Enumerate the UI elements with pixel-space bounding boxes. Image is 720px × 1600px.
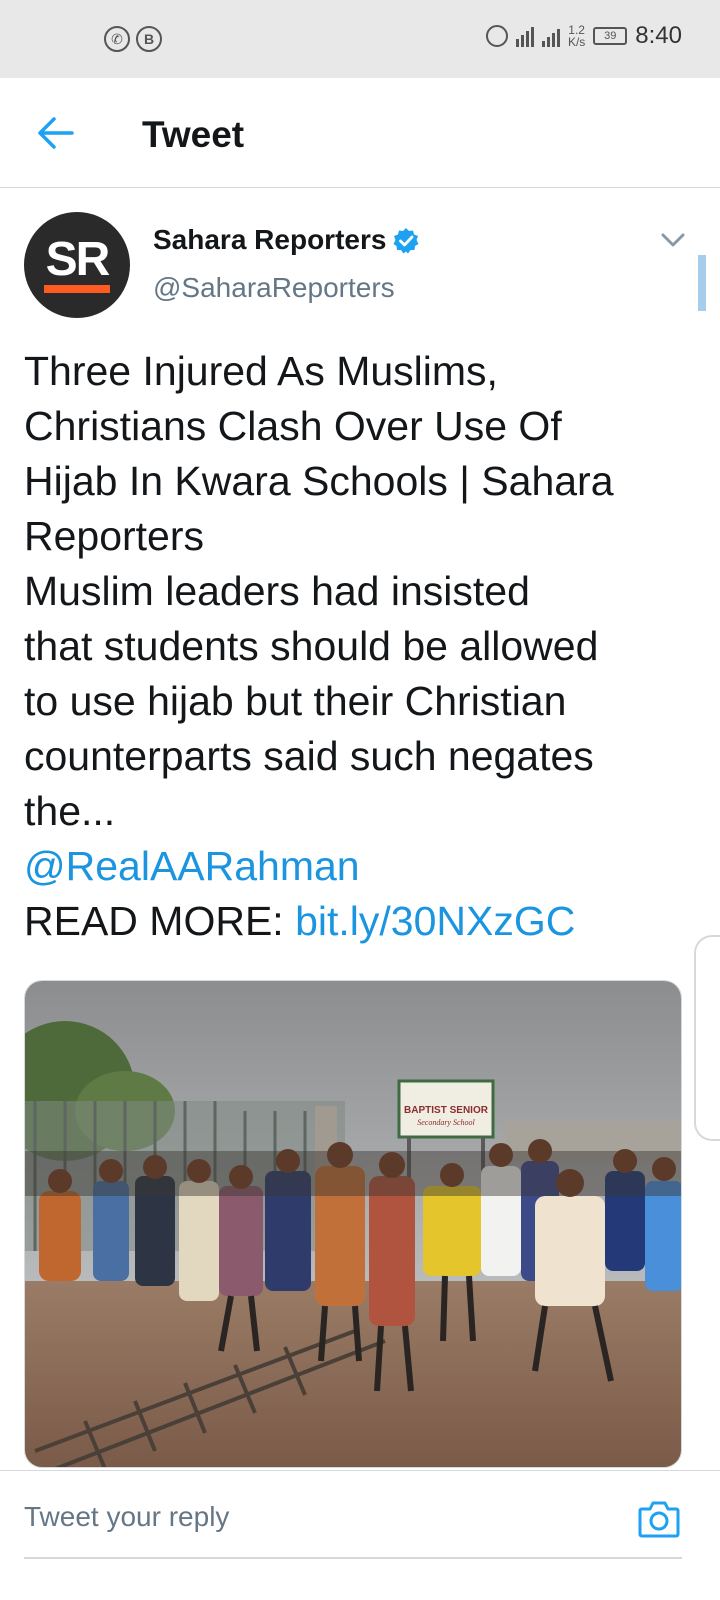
back-arrow-icon[interactable] [36,116,76,150]
alarm-icon [485,25,508,47]
tweet-line: that students should be allowed [24,623,599,669]
tweet-line: to use hijab but their Christian [24,678,567,724]
status-left-icons: ✆ B [104,26,162,52]
verified-badge-icon [393,228,419,254]
status-right-icons: 1.2 K/s 39 8:40 [485,22,682,50]
tweet-line: counterparts said such negates [24,733,594,779]
crowd-photo-illustration: BAPTIST SENIOR Secondary School [25,981,681,1467]
battery-icon: 39 [593,27,628,45]
app-header: Tweet [0,78,720,188]
reply-input[interactable]: Tweet your reply [24,1501,229,1533]
author-handle[interactable]: @SaharaReporters [153,272,395,304]
b-icon: B [136,26,162,52]
tweet-line: Christians Clash Over Use Of [24,403,562,449]
avatar[interactable]: SR [24,212,130,318]
reply-divider [24,1557,682,1559]
tweet-line: Reporters [24,513,205,559]
sign-line-1: BAPTIST SENIOR [404,1105,489,1116]
signal-icon [515,25,534,47]
tweet-line: Hijab In Kwara Schools | Sahara [24,458,614,504]
speed-unit: K/s [567,35,586,49]
read-more-link[interactable]: bit.ly/30NXzGC [295,898,575,944]
tweet-line: the... [24,788,116,834]
tweet-line: Muslim leaders had insisted [24,568,530,614]
avatar-logo-text: SR [45,233,111,286]
tweet-photo[interactable]: BAPTIST SENIOR Secondary School [24,980,682,1468]
page-title: Tweet [142,114,245,155]
network-speed: 1.2 K/s [568,24,585,48]
camera-icon[interactable] [638,1499,680,1539]
tweet-body: Three Injured As Muslims, Christians Cla… [24,344,664,949]
scrollbar-thumb[interactable] [698,255,706,311]
read-more-label: READ MORE: [24,898,296,944]
tweet-line: Three Injured As Muslims, [24,348,498,394]
read-more-line: READ MORE: bit.ly/30NXzGC [24,894,664,949]
status-bar: ✆ B 1.2 K/s 39 8:40 [0,0,720,78]
avatar-logo-bar [44,285,110,293]
clock: 8:40 [635,22,682,49]
mention-link[interactable]: @RealAARahman [24,839,664,894]
reply-bar: Tweet your reply [0,1470,720,1600]
author-name[interactable]: Sahara Reporters [153,224,386,256]
chevron-down-icon[interactable] [660,230,686,250]
side-panel-handle[interactable] [694,935,720,1141]
signal-2-icon [541,25,560,47]
whatsapp-icon: ✆ [104,26,130,52]
sign-line-2: Secondary School [417,1118,475,1127]
